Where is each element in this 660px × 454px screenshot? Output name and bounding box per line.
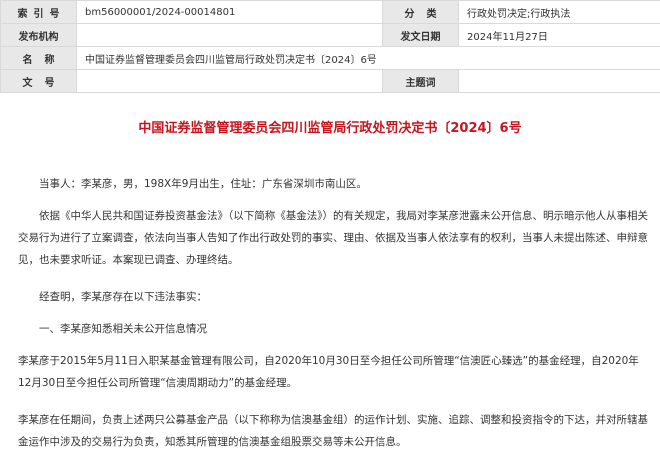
issuer-label: 发布机构: [0, 23, 77, 47]
category-value: 行政处罚决定;行政执法: [458, 0, 660, 24]
document-metadata-table: 索引号 bm56000001/2024-00014801 分类 行政处罚决定;行…: [0, 0, 660, 93]
document-name-label: 名称: [0, 46, 77, 70]
paragraph-party: 当事人：李某彦，男，198X年9月出生，住址：广东省深圳市南山区。: [39, 178, 367, 190]
paragraph-basis: 依据《中华人民共和国证券投资基金法》（以下简称《基金法》）的有关规定，我局对李某…: [18, 210, 648, 266]
document-number-value: [76, 69, 383, 93]
keywords-value: [458, 69, 660, 93]
document-name-value: 中国证券监督管理委员会四川监管局行政处罚决定书〔2024〕6号: [76, 46, 660, 70]
paragraph-findings-intro: 经查明，李某彦存在以下违法事实：: [39, 291, 207, 303]
paragraph-duties: 李某彦在任期间，负责上述两只公募基金产品（以下称称为信澳基金组）的运作计划、实施…: [18, 414, 648, 448]
metadata-row-issuer: 发布机构 发文日期 2024年11月27日: [0, 23, 660, 47]
paragraph-employment: 李某彦于2015年5月11日入职某基金管理有限公司，自2020年10月30日至今…: [18, 355, 639, 389]
document-number-label: 文号: [0, 69, 77, 93]
keywords-label: 主题词: [382, 69, 459, 93]
issue-date-value: 2024年11月27日: [458, 23, 660, 47]
metadata-row-index: 索引号 bm56000001/2024-00014801 分类 行政处罚决定;行…: [0, 0, 660, 24]
index-number-value: bm56000001/2024-00014801: [76, 0, 383, 24]
metadata-row-docno: 文号 主题词: [0, 69, 660, 93]
document-title: 中国证券监督管理委员会四川监管局行政处罚决定书〔2024〕6号: [138, 121, 522, 136]
index-number-label: 索引号: [0, 0, 77, 24]
issue-date-label: 发文日期: [382, 23, 459, 47]
section-heading-1: 一、李某彦知悉相关未公开信息情况: [39, 323, 207, 335]
category-label: 分类: [382, 0, 459, 24]
metadata-row-name: 名称 中国证券监督管理委员会四川监管局行政处罚决定书〔2024〕6号: [0, 46, 660, 70]
issuer-value: [76, 23, 383, 47]
